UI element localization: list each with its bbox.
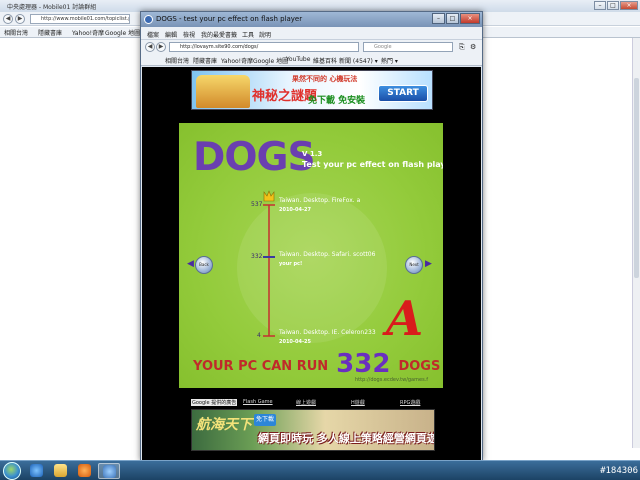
bookmark-item[interactable]: 相關台灣	[165, 56, 189, 65]
popup-address-bar[interactable]: http://lovaym.site90.com/dogs/	[169, 42, 359, 52]
page-content: 果然不同的 心機玩法 神秘之謎題 免下載 免安裝 START DOGS V 1.…	[142, 67, 481, 460]
back-icon[interactable]: ◀	[145, 42, 155, 52]
crown-icon	[263, 190, 275, 202]
previous-button[interactable]: ◀ Back	[187, 254, 213, 276]
entry-bottom-label: Taiwan. Desktop. IE. Celeron233	[279, 329, 376, 336]
media-player-icon[interactable]	[74, 463, 96, 479]
forward-icon[interactable]: ▶	[15, 14, 25, 24]
popup-window-controls: – □ ×	[432, 13, 480, 24]
bookmark-item[interactable]: YouTube	[286, 56, 310, 63]
internet-explorer-icon[interactable]	[26, 463, 48, 479]
browser-icon	[144, 15, 153, 24]
dogs-flash-app[interactable]: DOGS V 1.3 Test your pc effect on flash …	[179, 123, 443, 388]
result-prefix: YOUR PC CAN RUN	[193, 359, 329, 374]
menu-view[interactable]: 檢視	[183, 30, 195, 39]
popup-title: DOGS - test your pc effect on flash play…	[156, 15, 303, 23]
entry-mid-sub: your pc!	[279, 261, 303, 267]
bottom-banner-ad[interactable]: 航海天下 免下載 網頁即時玩 多人線上策略經營網頁遊戲	[191, 409, 435, 451]
links-row: Google 提供的廣告 Flash Game 線上遊戲 H遊戲 RPG遊戲	[191, 399, 436, 408]
taskbar: #184306	[0, 460, 640, 480]
bookmark-item[interactable]: 相關台灣	[4, 28, 28, 37]
app-url: http://dogs.ecdev.tw/games.f	[355, 377, 429, 383]
bookmark-item[interactable]: Google 地圖	[105, 28, 140, 37]
back-icon[interactable]: ◀	[3, 14, 13, 24]
ad-start-button[interactable]: START	[378, 85, 428, 102]
link-item[interactable]: H遊戲	[351, 399, 365, 406]
ad-bottom-logo: 航海天下	[196, 417, 252, 433]
top-banner-ad[interactable]: 果然不同的 心機玩法 神秘之謎題 免下載 免安裝 START	[191, 70, 433, 110]
folder-icon[interactable]	[50, 463, 72, 479]
menu-file[interactable]: 檔案	[147, 30, 159, 39]
system-tray: #184306	[570, 461, 640, 480]
firefox-icon[interactable]	[98, 463, 120, 479]
castle-image	[196, 75, 250, 108]
arrow-right-icon: ▶	[425, 259, 432, 269]
background-window-controls: – □ ×	[594, 1, 638, 10]
bookmark-item[interactable]: Yahoo!奇摩	[221, 56, 253, 65]
scale-top-value: 537	[251, 201, 263, 208]
bookmark-item[interactable]: Yahoo!奇摩	[72, 28, 104, 37]
menu-favorites[interactable]: 我的最愛	[201, 30, 225, 39]
close-button[interactable]: ×	[460, 13, 480, 24]
start-button[interactable]	[3, 462, 21, 480]
menu-tools[interactable]: 工具	[242, 30, 254, 39]
bookmark-item[interactable]: Google 地圖	[253, 56, 288, 65]
background-window-title: 中央處理器 - Mobile01 討論群組	[7, 4, 97, 11]
menu-bookmarks[interactable]: 書籤	[225, 30, 237, 39]
bookmark-item[interactable]: 熱門 ▾	[381, 56, 398, 65]
forward-icon[interactable]: ▶	[156, 42, 166, 52]
bookmark-item[interactable]: 隱藏書庫	[38, 28, 62, 37]
popup-titlebar: DOGS - test your pc effect on flash play…	[141, 12, 482, 27]
maximize-button[interactable]: □	[446, 13, 459, 24]
link-item[interactable]: Flash Game	[243, 399, 273, 405]
next-ball-icon: Next	[405, 256, 423, 274]
bookmark-item[interactable]: 維基百科	[313, 56, 337, 65]
minimize-button[interactable]: –	[432, 13, 445, 24]
close-button[interactable]: ×	[620, 1, 638, 10]
ads-by-google-link[interactable]: Google 提供的廣告	[191, 399, 238, 406]
entry-top-date: 2010-04-27	[279, 207, 311, 213]
next-button[interactable]: Next ▶	[405, 254, 432, 276]
grade-letter: A	[386, 291, 424, 347]
background-address-bar[interactable]: http://www.mobile01.com/topiclist.php?f=…	[30, 14, 130, 24]
ad-line1: 果然不同的 心機玩法	[292, 75, 358, 83]
result-suffix: DOGS	[398, 359, 441, 374]
bookmark-item[interactable]: 隱藏書庫	[193, 56, 217, 65]
bookmark-item[interactable]: 新聞 (4547) ▾	[339, 56, 378, 65]
entry-mid-label: Taiwan. Desktop. Safari. scott06	[279, 251, 376, 258]
menu-bar: 檔案 編輯 檢視 我的最愛 書籤 工具 說明	[141, 27, 482, 40]
menu-edit[interactable]: 編輯	[165, 30, 177, 39]
search-input[interactable]: Google	[363, 42, 453, 52]
result-line: YOUR PC CAN RUN 332 DOGS	[193, 349, 440, 379]
popup-navbar: ◀ ▶ http://lovaym.site90.com/dogs/ Googl…	[141, 40, 482, 54]
maximize-button[interactable]: □	[607, 1, 619, 10]
scale-mid-value: 332	[251, 253, 263, 260]
entry-bottom-date: 2010-04-25	[279, 339, 311, 345]
page-menu-icon[interactable]: ⎘	[459, 43, 465, 52]
arrow-left-icon: ◀	[187, 259, 194, 269]
background-scrollbar[interactable]	[632, 38, 640, 448]
ad-bottom-tag: 免下載	[254, 414, 276, 426]
entry-top-label: Taiwan. Desktop. FireFox. a	[279, 197, 361, 204]
popup-bookmarks-bar: 相關台灣 隱藏書庫 Yahoo!奇摩 Google 地圖 YouTube 維基百…	[141, 54, 482, 66]
menu-help[interactable]: 說明	[259, 30, 271, 39]
ad-bottom-text: 網頁即時玩 多人線上策略經營網頁遊戲	[258, 432, 435, 445]
minimize-button[interactable]: –	[594, 1, 606, 10]
link-item[interactable]: RPG遊戲	[400, 399, 420, 406]
ad-line3: 免下載 免安裝	[308, 96, 366, 106]
link-item[interactable]: 線上遊戲	[296, 399, 316, 406]
image-id-badge: #184306	[600, 466, 638, 476]
popup-window: DOGS - test your pc effect on flash play…	[140, 11, 483, 461]
result-count: 332	[336, 349, 391, 379]
scale-bottom-value: 4	[257, 332, 261, 339]
scrollbar-thumb[interactable]	[634, 78, 639, 278]
gear-icon[interactable]: ⚙	[470, 43, 476, 51]
back-ball-icon: Back	[195, 256, 213, 274]
